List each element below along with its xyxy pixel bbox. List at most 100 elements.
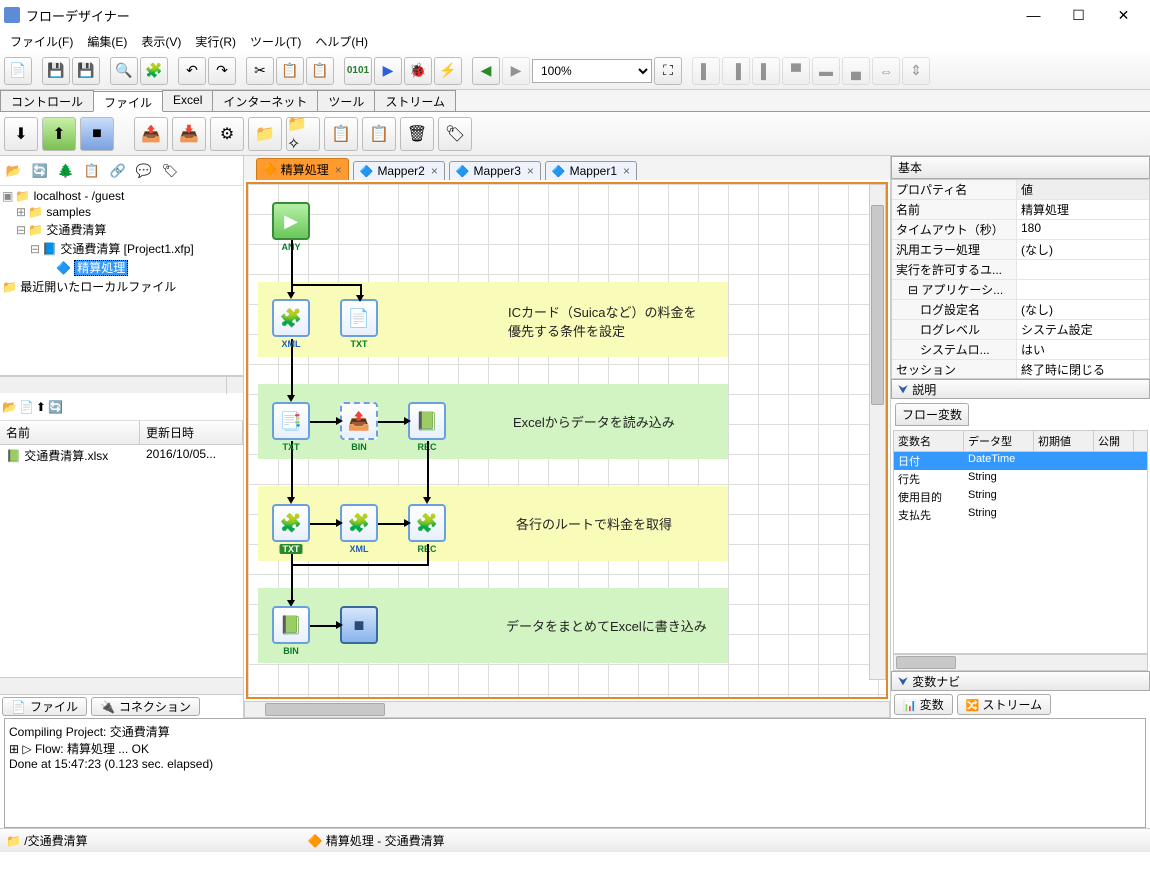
tab-internet[interactable]: インターネット <box>212 90 318 111</box>
maximize-button[interactable]: ☐ <box>1056 1 1101 29</box>
comment-icon[interactable]: 💬 <box>132 159 156 183</box>
local-file-list[interactable]: 名前 更新日時 📗 交通費清算.xlsx 2016/10/05... <box>0 421 243 677</box>
zoom-select[interactable]: 100% <box>532 59 652 83</box>
node-map-txt[interactable]: 🧩TXT <box>272 504 310 542</box>
fv-row[interactable]: 日付DateTime <box>894 452 1147 470</box>
compile-button[interactable]: 0101 <box>344 57 372 85</box>
btab-connection[interactable]: 🔌 コネクション <box>91 697 200 716</box>
copy-button[interactable]: 📋 <box>276 57 304 85</box>
tree-projectfile[interactable]: ⊟📘 交通費清算 [Project1.xfp] <box>2 239 241 258</box>
tab-excel[interactable]: Excel <box>162 90 213 111</box>
project-tree[interactable]: ▣📁 localhost - /guest ⊞📁 samples ⊟📁 交通費清… <box>0 186 243 376</box>
save-all-button[interactable]: 💾 <box>72 57 100 85</box>
col-date[interactable]: 更新日時 <box>140 421 243 444</box>
debug-button[interactable]: 🐞 <box>404 57 432 85</box>
refresh-icon[interactable]: 🔄 <box>28 159 52 183</box>
col-name[interactable]: 名前 <box>0 421 140 444</box>
etab-mapper3[interactable]: 🔷 Mapper3 × <box>449 161 541 180</box>
tree-icon[interactable]: 🌲 <box>54 159 78 183</box>
paste-button[interactable]: 📋 <box>306 57 334 85</box>
fv-scroll-h[interactable] <box>893 654 1148 671</box>
save-button[interactable]: 💾 <box>42 57 70 85</box>
open-folder-icon[interactable]: 📂 <box>2 400 17 414</box>
rb-copy2-icon[interactable]: 📋 <box>362 117 396 151</box>
etab-mapper2[interactable]: 🔷 Mapper2 × <box>353 161 445 180</box>
close-icon[interactable]: × <box>335 163 342 177</box>
close-icon[interactable]: × <box>527 164 534 178</box>
close-button[interactable]: ✕ <box>1101 1 1146 29</box>
tree-flow[interactable]: 🔷 精算処理 <box>2 258 241 277</box>
align-top-button[interactable]: ▀ <box>782 57 810 85</box>
node-excel-bin[interactable]: 📗BIN <box>272 606 310 644</box>
rb-delete-icon[interactable]: 🗑 <box>400 117 434 151</box>
stop-node[interactable]: ■ <box>340 606 378 644</box>
align-bottom-button[interactable]: ▄ <box>842 57 870 85</box>
varnavi-section[interactable]: ⮟変数ナビ <box>891 671 1150 691</box>
node-copy-txt[interactable]: 📑TXT <box>272 402 310 440</box>
find-button[interactable]: 🔍 <box>110 57 138 85</box>
distribute-h-button[interactable]: ⇔ <box>872 57 900 85</box>
tree-project[interactable]: ⊟📁 交通費清算 <box>2 220 241 239</box>
undo-button[interactable]: ↶ <box>178 57 206 85</box>
etab-mapper1[interactable]: 🔷 Mapper1 × <box>545 161 637 180</box>
menu-help[interactable]: ヘルプ(H) <box>309 31 374 52</box>
rb-download-icon[interactable]: ⬇ <box>4 117 38 151</box>
stop-run-button[interactable]: ⚡ <box>434 57 462 85</box>
rb-upload-icon[interactable]: ⬆ <box>42 117 76 151</box>
new-button[interactable]: 📄 <box>4 57 32 85</box>
tree-recent[interactable]: 📁 最近開いたローカルファイル <box>2 277 241 296</box>
align-right-button[interactable]: ▌ <box>752 57 780 85</box>
close-icon[interactable]: × <box>431 164 438 178</box>
rb-config-icon[interactable]: ⚙ <box>210 117 244 151</box>
cut-button[interactable]: ✂ <box>246 57 274 85</box>
flowvar-tab[interactable]: フロー変数 <box>895 403 969 426</box>
close-icon[interactable]: × <box>623 164 630 178</box>
node-txt1[interactable]: 📄TXT <box>340 299 378 337</box>
desc-section[interactable]: ⮟説明 <box>891 379 1150 399</box>
tag2-icon[interactable]: 🏷 <box>158 159 182 183</box>
nav-forward-button[interactable]: ▶ <box>502 57 530 85</box>
menu-edit[interactable]: 編集(E) <box>81 31 133 52</box>
fit-button[interactable]: ⛶ <box>654 57 682 85</box>
tab-control[interactable]: コントロール <box>0 90 94 111</box>
file-row[interactable]: 📗 交通費清算.xlsx 2016/10/05... <box>0 445 243 466</box>
node-map-rec[interactable]: 🧩REC <box>408 504 446 542</box>
link-icon[interactable]: 🔗 <box>106 159 130 183</box>
output-log[interactable]: Compiling Project: 交通費清算 ⊞ ▷ Flow: 精算処理 … <box>4 718 1146 828</box>
tab-tool[interactable]: ツール <box>317 90 375 111</box>
fv-row[interactable]: 支払先String <box>894 506 1147 524</box>
flowvar-grid[interactable]: 変数名 データ型 初期値 公開 日付DateTime 行先String 使用目的… <box>893 430 1148 654</box>
node-bin[interactable]: 📤BIN <box>340 402 378 440</box>
fv-row[interactable]: 使用目的String <box>894 488 1147 506</box>
tree-root[interactable]: ▣📁 localhost - /guest <box>2 188 241 204</box>
start-node[interactable]: ▶ANY <box>272 202 310 240</box>
minimize-button[interactable]: — <box>1011 1 1056 29</box>
rb-tag-icon[interactable]: 🏷 <box>438 117 472 151</box>
rb-export-icon[interactable]: 📤 <box>134 117 168 151</box>
distribute-v-button[interactable]: ⇕ <box>902 57 930 85</box>
align-left-button[interactable]: ▌ <box>692 57 720 85</box>
run-button[interactable]: ▶ <box>374 57 402 85</box>
flow-canvas[interactable]: ICカード（Suicaなど）の料金を優先する条件を設定 Excelからデータを読… <box>246 182 888 699</box>
menu-run[interactable]: 実行(R) <box>189 31 242 52</box>
redo-button[interactable]: ↷ <box>208 57 236 85</box>
rb-folder-icon[interactable]: 📁 <box>248 117 282 151</box>
tab-stream[interactable]: ストリーム <box>374 90 456 111</box>
st-stream[interactable]: 🔀 ストリーム <box>957 694 1051 715</box>
refresh2-icon[interactable]: 🔄 <box>48 400 63 414</box>
node-rest-xml[interactable]: 🧩XML <box>272 299 310 337</box>
canvas-scroll-v[interactable] <box>869 184 886 680</box>
canvas-scroll-h[interactable] <box>244 701 890 718</box>
palette-button[interactable]: 🧩 <box>140 57 168 85</box>
menu-view[interactable]: 表示(V) <box>135 31 187 52</box>
rb-copy-icon[interactable]: 📋 <box>324 117 358 151</box>
tab-file[interactable]: ファイル <box>93 91 163 112</box>
folder-icon[interactable]: 📂 <box>2 159 26 183</box>
up-icon[interactable]: ⬆ <box>36 400 46 414</box>
rb-import-icon[interactable]: 📥 <box>172 117 206 151</box>
node-rest-xml2[interactable]: 🧩XML <box>340 504 378 542</box>
menu-tools[interactable]: ツール(T) <box>244 31 307 52</box>
rb-stop-icon[interactable]: ■ <box>80 117 114 151</box>
property-grid[interactable]: プロパティ名値 名前精算処理 タイムアウト（秒）180 汎用エラー処理(なし) … <box>891 179 1150 379</box>
fv-row[interactable]: 行先String <box>894 470 1147 488</box>
